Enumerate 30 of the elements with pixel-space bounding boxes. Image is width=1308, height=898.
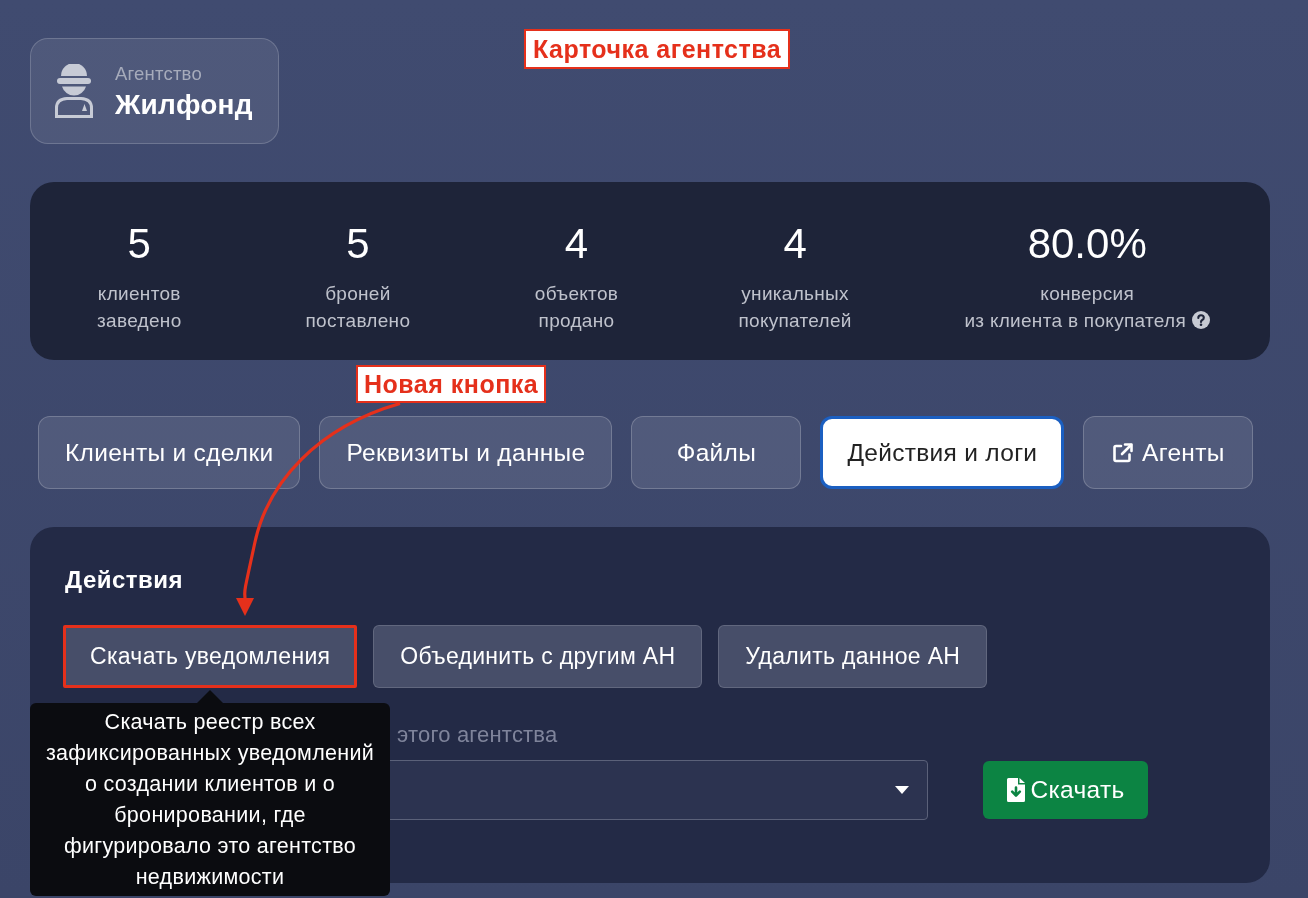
help-icon[interactable]: [1192, 311, 1210, 329]
annotation-label: Карточка агентства: [524, 29, 791, 69]
caret-icon: [895, 786, 909, 794]
tab[interactable]: Клиенты и сделки: [38, 416, 301, 489]
action-button[interactable]: Удалить данное АН: [718, 625, 988, 688]
stat-label: клиентов заведено: [97, 283, 182, 331]
action-button[interactable]: Скачать уведомления: [63, 625, 358, 688]
stat-value: 80.0%: [1027, 224, 1147, 264]
stat-value: 5: [127, 224, 151, 264]
action-button[interactable]: Объединить с другим АН: [373, 625, 703, 688]
tooltip: Скачать реестр всех зафиксированных уведомлений о создании клиентов и о бронировании, где фигурировало это агентство недвижимости: [30, 703, 390, 896]
stat-label: уникальных покупателей: [738, 283, 852, 331]
file-download-icon: [1006, 778, 1025, 802]
stat-value: 4: [783, 224, 807, 264]
stat-label: объектов продано: [534, 283, 619, 331]
stat-value: 5: [346, 224, 370, 264]
tooltip-pointer-icon: [197, 690, 223, 703]
stat-value: 4: [564, 224, 589, 264]
annotation-label: Новая кнопка: [356, 365, 547, 403]
stat-label: конверсия из клиента в покупателя: [964, 283, 1186, 331]
tab[interactable]: Файлы: [631, 416, 802, 489]
tab[interactable]: Реквизиты и данные: [319, 416, 613, 489]
agency-name: Жилфонд: [115, 88, 253, 120]
tab[interactable]: Агенты: [1083, 416, 1254, 489]
field-label: этого агентства: [397, 722, 558, 747]
agency-label: Агентство: [115, 62, 203, 84]
tab[interactable]: Действия и логи: [820, 416, 1065, 489]
download-button[interactable]: Скачать: [983, 761, 1148, 819]
stat-label: броней поставлено: [305, 283, 411, 331]
section-title: Действия: [65, 566, 184, 594]
